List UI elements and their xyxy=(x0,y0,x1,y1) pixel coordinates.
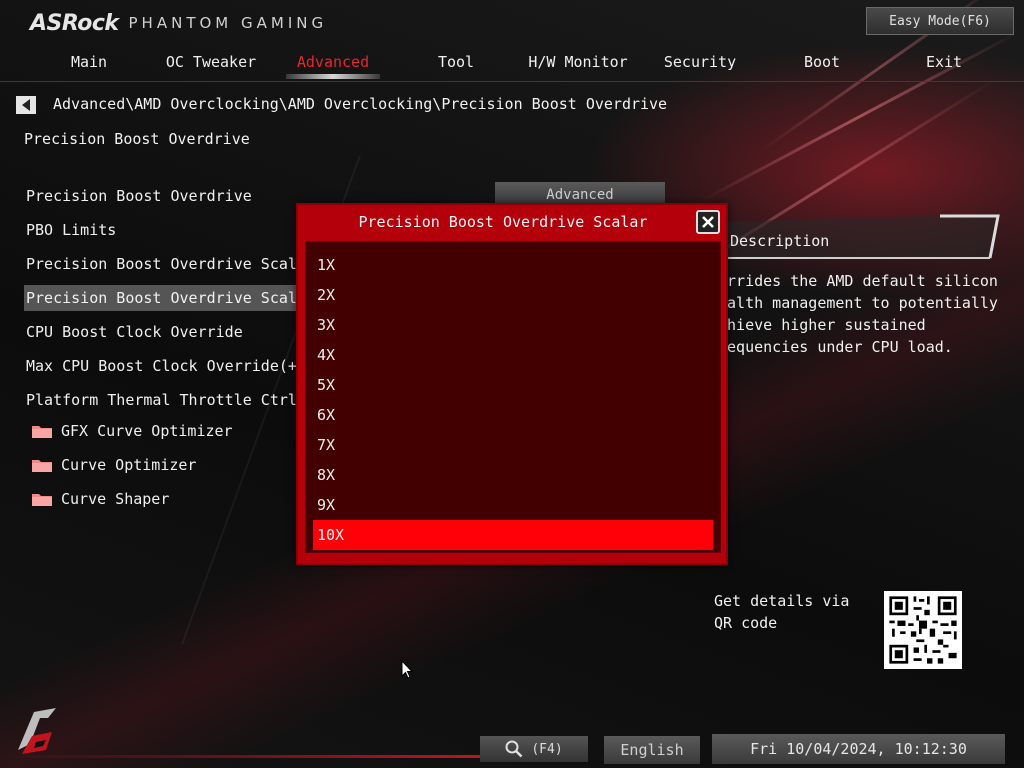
tab-exit[interactable]: Exit xyxy=(884,46,1004,78)
submenu-curve-optimizer[interactable]: Curve Optimizer xyxy=(31,452,196,478)
phantom-gaming-emblem-icon xyxy=(18,708,56,754)
submenu-gfx-curve-optimizer[interactable]: GFX Curve Optimizer xyxy=(31,418,233,444)
tab-boot[interactable]: Boot xyxy=(762,46,882,78)
qr-label: Get details via QR code xyxy=(714,592,850,632)
datetime-display: Fri 10/04/2024, 10:12:30 xyxy=(712,734,1005,764)
submenu-label: GFX Curve Optimizer xyxy=(61,422,233,440)
description-title: Description xyxy=(730,232,830,250)
tab-oc-tweaker[interactable]: OC Tweaker xyxy=(151,46,271,78)
option-7x[interactable]: 7X xyxy=(313,430,713,460)
close-button[interactable] xyxy=(696,210,720,234)
submenu-curve-shaper[interactable]: Curve Shaper xyxy=(31,486,169,512)
option-6x[interactable]: 6X xyxy=(313,400,713,430)
brand-logo: ASRock PHANTOM GAMING xyxy=(30,10,327,36)
tab-hw-monitor[interactable]: H/W Monitor xyxy=(518,46,638,78)
mouse-cursor-icon xyxy=(401,660,413,679)
close-icon xyxy=(702,216,714,228)
option-1x[interactable]: 1X xyxy=(313,250,713,280)
setting-pbo-limits[interactable]: PBO Limits xyxy=(24,217,116,243)
option-9x[interactable]: 9X xyxy=(313,490,713,520)
active-tab-indicator xyxy=(286,74,380,79)
option-3x[interactable]: 3X xyxy=(313,310,713,340)
setting-precision-boost-overdrive[interactable]: Precision Boost Overdrive xyxy=(24,183,252,209)
search-button[interactable]: (F4) xyxy=(480,736,588,762)
easy-mode-button[interactable]: Easy Mode(F6) xyxy=(866,7,1014,35)
option-4x[interactable]: 4X xyxy=(313,340,713,370)
search-shortcut: (F4) xyxy=(531,741,563,757)
qr-code xyxy=(884,591,962,669)
folder-icon xyxy=(32,460,52,472)
option-8x[interactable]: 8X xyxy=(313,460,713,490)
setting-cpu-boost-clock-override[interactable]: CPU Boost Clock Override xyxy=(24,319,243,345)
option-2x[interactable]: 2X xyxy=(313,280,713,310)
description-text: errides the AMD default silicon ealth ma… xyxy=(718,272,998,356)
submenu-label: Curve Shaper xyxy=(61,490,170,508)
submenu-label: Curve Optimizer xyxy=(61,456,197,474)
back-button[interactable] xyxy=(16,96,36,114)
page-title: Precision Boost Overdrive xyxy=(24,130,250,148)
footer-accent-line xyxy=(0,755,480,758)
setting-value-precision-boost-overdrive[interactable]: Advanced xyxy=(495,182,665,204)
setting-platform-thermal-throttle-ctrl[interactable]: Platform Thermal Throttle Ctrl xyxy=(24,387,297,413)
back-arrow-icon xyxy=(22,99,30,111)
breadcrumb: Advanced\AMD Overclocking\AMD Overclocki… xyxy=(53,95,668,113)
setting-pbo-scalar-ctrl[interactable]: Precision Boost Overdrive Scalar Ct xyxy=(24,251,342,277)
setting-max-cpu-boost-clock-override[interactable]: Max CPU Boost Clock Override(+) xyxy=(24,353,306,379)
scalar-select-dialog: Precision Boost Overdrive Scalar 1X 2X 3… xyxy=(296,203,728,565)
phantom-gaming-logo: PHANTOM GAMING xyxy=(128,14,328,32)
setting-pbo-scalar[interactable]: Precision Boost Overdrive Scalar xyxy=(24,285,315,311)
tab-main[interactable]: Main xyxy=(29,46,149,78)
option-list: 1X 2X 3X 4X 5X 6X 7X 8X 9X 10X xyxy=(305,241,721,553)
tab-security[interactable]: Security xyxy=(640,46,760,78)
option-10x[interactable]: 10X xyxy=(313,520,713,550)
folder-icon xyxy=(32,494,52,506)
tab-tool[interactable]: Tool xyxy=(396,46,516,78)
folder-icon xyxy=(32,426,52,438)
dialog-title: Precision Boost Overdrive Scalar xyxy=(358,213,648,231)
asrock-logo: ASRock xyxy=(30,10,119,36)
main-nav: Main OC Tweaker Advanced Tool H/W Monito… xyxy=(0,46,1024,82)
option-5x[interactable]: 5X xyxy=(313,370,713,400)
search-icon xyxy=(505,740,523,758)
language-button[interactable]: English xyxy=(604,736,700,764)
